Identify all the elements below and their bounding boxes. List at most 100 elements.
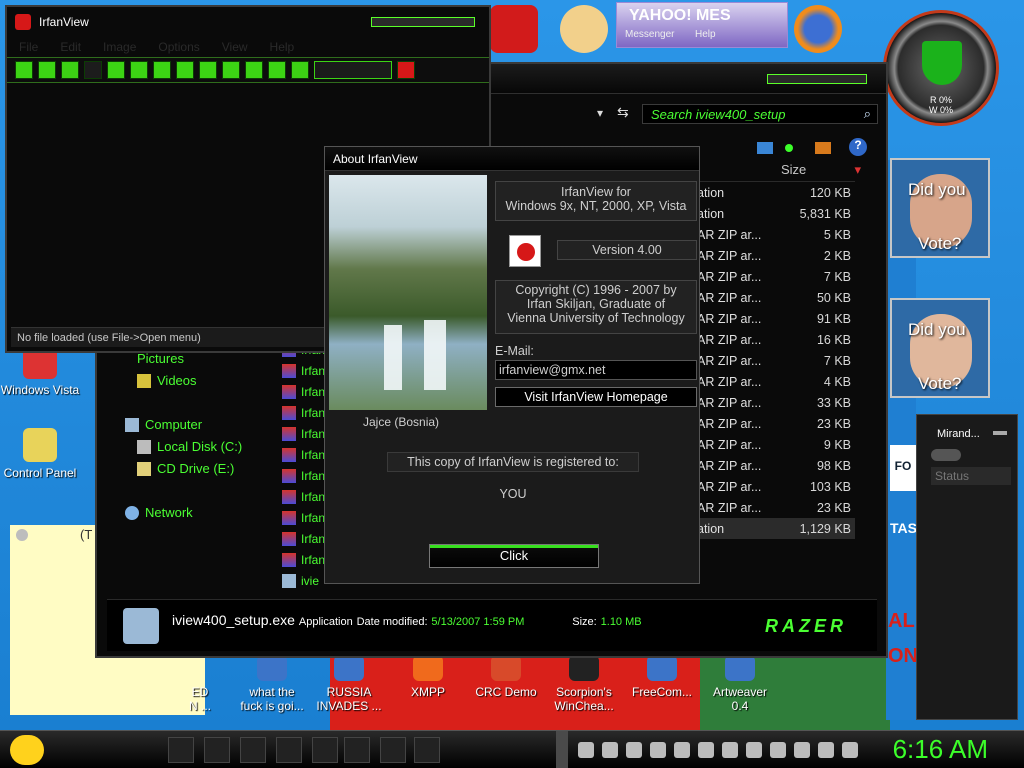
help-icon[interactable]: ? <box>849 138 867 156</box>
menu-options[interactable]: Options <box>158 40 199 54</box>
table-row[interactable]: AR ZIP ar... 9 KB <box>697 434 855 455</box>
zoom-out-icon[interactable] <box>222 61 240 79</box>
table-row[interactable]: ation 120 KB <box>697 182 855 203</box>
desktop-icon-crc-demo[interactable]: CRC Demo <box>466 655 546 699</box>
table-row[interactable]: AR ZIP ar... 4 KB <box>697 371 855 392</box>
desktop-icon-partial[interactable]: ED N ... <box>170 655 230 713</box>
rotate-icon[interactable] <box>176 61 194 79</box>
table-row[interactable]: AR ZIP ar... 16 KB <box>697 329 855 350</box>
table-row[interactable]: AR ZIP ar... 50 KB <box>697 287 855 308</box>
miranda-status[interactable]: Status <box>931 467 1011 485</box>
start-smiley-icon[interactable] <box>10 735 44 765</box>
desktop-icon-freecom[interactable]: FreeCom... <box>622 655 702 699</box>
table-row[interactable]: AR ZIP ar... 91 KB <box>697 308 855 329</box>
column-header-size[interactable]: Size▾▾ <box>683 162 861 182</box>
network-tray-icon[interactable] <box>578 742 594 758</box>
table-row[interactable]: AR ZIP ar... 7 KB <box>697 266 855 287</box>
tray-icon[interactable] <box>602 742 618 758</box>
previous-icon[interactable] <box>245 61 263 79</box>
chevron-down-icon[interactable]: ▾ <box>854 162 861 178</box>
firefox-icon[interactable] <box>794 5 842 53</box>
tray-icon[interactable] <box>650 742 666 758</box>
nav-item-network[interactable]: Network <box>125 505 193 520</box>
clock[interactable]: 6:16 AM <box>893 734 988 765</box>
irfanview-logo-icon[interactable] <box>397 61 415 79</box>
email-field[interactable]: irfanview@gmx.net <box>495 360 697 380</box>
minimize-icon[interactable] <box>993 431 1007 435</box>
open-icon[interactable] <box>15 61 33 79</box>
table-row[interactable]: AR ZIP ar... 7 KB <box>697 350 855 371</box>
about-dialog[interactable]: About IrfanView Jajce (Bosnia) IrfanView… <box>324 146 700 584</box>
folder-taskbar-icon[interactable] <box>240 737 266 763</box>
table-row[interactable]: AR ZIP ar... 98 KB <box>697 455 855 476</box>
click-button[interactable]: Click <box>429 544 599 568</box>
menu-help[interactable]: Help <box>270 40 295 54</box>
toolbar-field[interactable] <box>314 61 392 79</box>
devcpp-icon[interactable] <box>490 5 538 53</box>
window-controls[interactable] <box>767 74 867 84</box>
chrome-taskbar-icon[interactable] <box>168 737 194 763</box>
tray-icon[interactable] <box>674 742 690 758</box>
menu-image[interactable]: Image <box>103 40 136 54</box>
yahoo-menu-help[interactable]: Help <box>695 29 716 40</box>
refresh-icon[interactable]: ⇆ <box>617 104 629 121</box>
table-row[interactable]: AR ZIP ar... 23 KB <box>697 497 855 518</box>
desktop-icon-what-the[interactable]: what the fuck is goi... <box>232 655 312 713</box>
dialog-title[interactable]: About IrfanView <box>325 147 699 171</box>
owl-shortcut-icon[interactable] <box>560 5 608 53</box>
table-row[interactable]: ation 5,831 KB <box>697 203 855 224</box>
chevron-down-icon[interactable]: ▾ <box>597 106 603 120</box>
desktop-icon-scorpion[interactable]: Scorpion's WinChea... <box>544 655 624 713</box>
search-icon[interactable]: ⌕ <box>864 106 871 122</box>
nav-item-pictures[interactable]: Pictures <box>137 351 184 366</box>
zoom-in-icon[interactable] <box>199 61 217 79</box>
thumbnails-icon[interactable] <box>130 61 148 79</box>
tray-icon[interactable] <box>818 742 834 758</box>
firefox-taskbar-icon[interactable] <box>204 737 230 763</box>
nav-item-cd-drive[interactable]: CD Drive (E:) <box>137 461 234 476</box>
search-input[interactable]: Search iview400_setup ⌕ <box>642 104 878 124</box>
menu-view[interactable]: View <box>222 40 248 54</box>
slideshow-icon[interactable] <box>38 61 56 79</box>
view-icon[interactable] <box>757 142 773 154</box>
tray-icon[interactable] <box>722 742 738 758</box>
nav-item-computer[interactable]: Computer <box>125 417 202 432</box>
tray-icon[interactable] <box>794 742 810 758</box>
table-row-selected[interactable]: ation 1,129 KB <box>697 518 855 539</box>
yahoo-messenger-window[interactable]: YAHOO! MES Messenger Help <box>616 2 788 48</box>
nav-item-videos[interactable]: Videos <box>137 373 197 388</box>
save-icon[interactable] <box>61 61 79 79</box>
settings-icon[interactable] <box>291 61 309 79</box>
volume-icon[interactable] <box>842 742 858 758</box>
yahoo-menu-messenger[interactable]: Messenger <box>625 29 674 40</box>
visit-homepage-button[interactable]: Visit IrfanView Homepage <box>495 387 697 407</box>
window-taskbar-icon[interactable] <box>380 737 406 763</box>
desktop-icon-artweaver[interactable]: Artweaver 0.4 <box>700 655 780 713</box>
table-row[interactable]: AR ZIP ar... 103 KB <box>697 476 855 497</box>
desktop-icon-xmpp[interactable]: XMPP <box>388 655 468 699</box>
menu-edit[interactable]: Edit <box>60 40 81 54</box>
table-row[interactable]: AR ZIP ar... 33 KB <box>697 392 855 413</box>
messenger-taskbar-icon[interactable] <box>276 737 302 763</box>
media-taskbar-icon[interactable] <box>312 737 338 763</box>
table-row[interactable]: AR ZIP ar... 23 KB <box>697 413 855 434</box>
desktop-icon-russia[interactable]: RUSSIA INVADES ... <box>309 655 389 713</box>
miranda-im-window[interactable]: Mirand... Status <box>916 414 1018 720</box>
table-row[interactable]: AR ZIP ar... 5 KB <box>697 224 855 245</box>
desktop-icon-control-panel[interactable]: Control Panel <box>0 428 80 480</box>
next-icon[interactable] <box>268 61 286 79</box>
drive-taskbar-icon[interactable] <box>414 737 440 763</box>
blank-toolbar-icon[interactable] <box>84 61 102 79</box>
tray-icon[interactable] <box>698 742 714 758</box>
tray-icon[interactable] <box>626 742 642 758</box>
menu-file[interactable]: File <box>19 40 38 54</box>
scan-icon[interactable] <box>153 61 171 79</box>
nav-item-local-disk[interactable]: Local Disk (C:) <box>137 439 242 454</box>
search-tray-icon[interactable] <box>746 742 762 758</box>
contact-icon[interactable] <box>931 449 961 461</box>
folder-icon[interactable] <box>815 142 831 154</box>
tray-icon[interactable] <box>770 742 786 758</box>
irfanview-taskbar-icon[interactable] <box>344 737 370 763</box>
window-controls[interactable] <box>371 17 475 27</box>
info-icon[interactable] <box>107 61 125 79</box>
